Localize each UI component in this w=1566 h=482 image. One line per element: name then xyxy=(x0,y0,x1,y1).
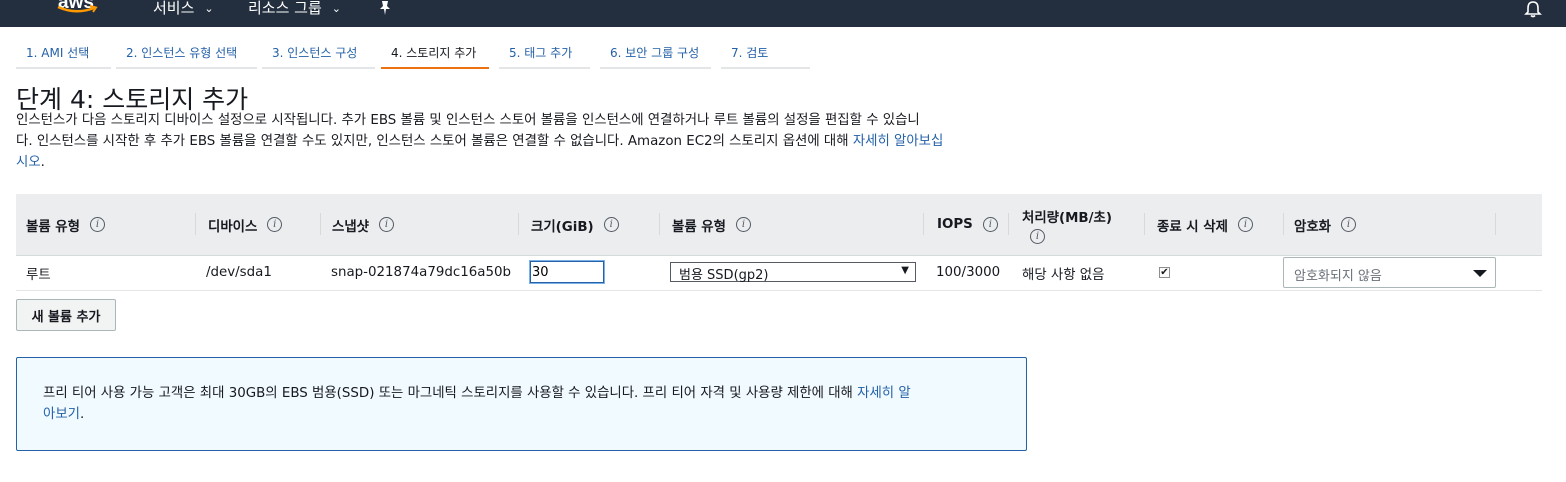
header-size: 크기(GiB) i xyxy=(531,194,619,255)
header-iops-label: IOPS xyxy=(937,217,973,232)
size-input[interactable] xyxy=(529,260,605,284)
tab-add-storage[interactable]: 4. 스토리지 추가 xyxy=(381,39,489,69)
storage-table-header: 볼륨 유형 i 디바이스 i 스냅샷 i 크기(GiB) i 볼륨 유형 i IOPS i … xyxy=(16,194,1542,256)
info-icon[interactable]: i xyxy=(1237,217,1253,232)
cell-iops: 100/3000 xyxy=(936,265,1001,280)
column-divider xyxy=(518,213,519,235)
pin-icon[interactable] xyxy=(378,0,392,20)
volume-type-selected: 범용 SSD(gp2) xyxy=(679,268,769,283)
header-device: 디바이스 i xyxy=(208,194,283,255)
cell-snapshot: snap-021874a79dc16a50b xyxy=(331,265,512,280)
learn-more-link[interactable]: 자세히 알아보십 xyxy=(853,134,944,149)
caret-down-icon xyxy=(1473,270,1487,277)
info-icon[interactable]: i xyxy=(603,217,619,232)
tab-security-group[interactable]: 6. 보안 그룹 구성 xyxy=(600,39,711,69)
alert-text-end: . xyxy=(79,407,85,422)
description-line1: 인스턴스가 다음 스토리지 디바이스 설정으로 시작됩니다. 추가 EBS 볼륨… xyxy=(16,113,920,128)
header-delete-on-termination-label: 종료 시 삭제 xyxy=(1157,219,1228,235)
header-encryption-label: 암호화 xyxy=(1294,219,1331,235)
cell-volume-type: 루트 xyxy=(26,267,51,283)
free-tier-info-box: 프리 티어 사용 가능 고객은 최대 30GB의 EBS 범용(SSD) 또는 … xyxy=(16,357,1027,451)
column-divider xyxy=(659,213,660,235)
column-divider xyxy=(1008,213,1009,235)
header-ebs-volume-type: 볼륨 유형 i xyxy=(672,194,751,255)
encryption-select[interactable]: 암호화되지 않음 xyxy=(1283,257,1496,288)
info-icon[interactable]: i xyxy=(735,217,751,232)
info-icon[interactable]: i xyxy=(89,217,105,232)
header-throughput: 처리량(MB/초) i xyxy=(1022,194,1112,255)
info-icon[interactable]: i xyxy=(1340,217,1356,232)
column-divider xyxy=(923,213,924,235)
learn-more-link-cont[interactable]: 시오 xyxy=(16,155,41,170)
info-icon[interactable]: i xyxy=(267,217,283,232)
cell-throughput: 해당 사항 없음 xyxy=(1022,267,1105,283)
aws-logo[interactable]: aws xyxy=(56,0,104,26)
header-volume-type: 볼륨 유형 i xyxy=(26,194,105,255)
alert-learn-more-link[interactable]: 자세히 알 xyxy=(857,386,911,401)
aws-smile-icon xyxy=(57,5,98,13)
column-divider xyxy=(1283,213,1284,235)
tab-review[interactable]: 7. 검토 xyxy=(721,39,810,69)
services-label: 서비스 xyxy=(153,0,195,17)
column-divider xyxy=(1495,213,1496,235)
header-device-label: 디바이스 xyxy=(208,219,258,235)
resource-groups-menu[interactable]: 리소스 그룹 ⌄ xyxy=(248,0,341,18)
cell-device: /dev/sda1 xyxy=(206,265,272,280)
header-snapshot: 스냅샷 i xyxy=(332,194,394,255)
dropdown-arrow-icon: ▼ xyxy=(901,265,909,276)
description-end: . xyxy=(40,155,45,170)
header-throughput-label: 처리량(MB/초) xyxy=(1022,210,1112,226)
page-description: 인스턴스가 다음 스토리지 디바이스 설정으로 시작됩니다. 추가 EBS 볼륨… xyxy=(16,110,1046,173)
description-line2: 다. 인스턴스를 시작한 후 추가 EBS 볼륨을 연결할 수도 있지만, 인스… xyxy=(16,134,853,149)
alert-learn-more-link-cont[interactable]: 아보기 xyxy=(43,407,80,422)
info-icon[interactable]: i xyxy=(378,217,394,232)
resource-groups-label: 리소스 그룹 xyxy=(248,0,322,17)
table-row: 루트 /dev/sda1 snap-021874a79dc16a50b 범용 S… xyxy=(16,255,1542,291)
tab-add-tags[interactable]: 5. 태그 추가 xyxy=(499,39,590,69)
tab-ami[interactable]: 1. AMI 선택 xyxy=(16,39,111,69)
top-navigation-bar: aws 서비스 ⌄ 리소스 그룹 ⌄ xyxy=(0,0,1566,27)
header-size-label: 크기(GiB) xyxy=(531,219,594,235)
alert-text: 프리 티어 사용 가능 고객은 최대 30GB의 EBS 범용(SSD) 또는 … xyxy=(43,386,858,401)
chevron-down-icon: ⌄ xyxy=(331,2,341,15)
column-divider xyxy=(320,213,321,235)
info-icon[interactable]: i xyxy=(982,217,998,232)
encryption-selected: 암호화되지 않음 xyxy=(1294,269,1382,284)
info-icon[interactable]: i xyxy=(1030,228,1045,244)
delete-on-termination-checkbox[interactable]: ✔ xyxy=(1159,267,1170,278)
volume-type-select[interactable]: 범용 SSD(gp2) ▼ xyxy=(670,262,916,283)
services-menu[interactable]: 서비스 ⌄ xyxy=(153,0,214,18)
header-volume-type-label: 볼륨 유형 xyxy=(26,219,80,235)
tab-configure-instance[interactable]: 3. 인스턴스 구성 xyxy=(262,39,375,69)
header-ebs-volume-type-label: 볼륨 유형 xyxy=(672,219,726,235)
header-encryption: 암호화 i xyxy=(1294,194,1356,255)
chevron-down-icon: ⌄ xyxy=(204,2,214,15)
bell-icon[interactable] xyxy=(1524,0,1542,22)
column-divider xyxy=(1144,213,1145,235)
header-snapshot-label: 스냅샷 xyxy=(332,219,369,235)
header-iops: IOPS i xyxy=(937,194,998,255)
add-new-volume-button[interactable]: 새 볼륨 추가 xyxy=(16,299,116,331)
header-delete-on-termination: 종료 시 삭제 i xyxy=(1157,194,1253,255)
tab-instance-type[interactable]: 2. 인스턴스 유형 선택 xyxy=(116,39,257,69)
column-divider xyxy=(195,213,196,235)
